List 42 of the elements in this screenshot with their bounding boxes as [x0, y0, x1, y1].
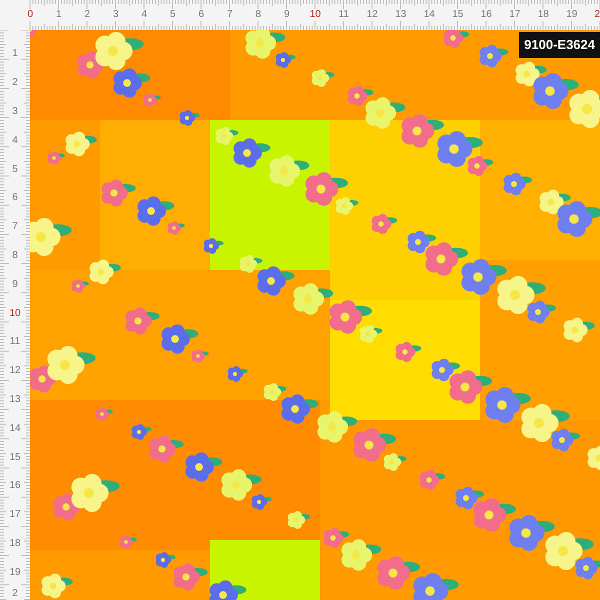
ruler-number: 18	[538, 10, 549, 20]
ruler-number: 14	[9, 424, 21, 434]
ruler-number: 2	[12, 78, 18, 88]
ruler-number: 11	[338, 10, 349, 20]
ruler-number: 10	[310, 10, 321, 20]
ruler-number: 9	[12, 280, 18, 290]
ruler-number: 12	[9, 366, 21, 376]
ruler-number: 17	[9, 510, 21, 520]
ruler-number: 16	[9, 481, 21, 492]
ruler-number: 9	[284, 10, 290, 20]
ruler-number: 7	[12, 222, 18, 232]
ruler-number: 6	[198, 10, 204, 20]
ruler-number: 15	[9, 452, 21, 463]
ruler-number: 18	[9, 538, 21, 549]
ruler-number: 3	[12, 106, 18, 117]
ruler-number: 4	[141, 10, 148, 20]
ruler-number: 4	[12, 136, 18, 146]
ruler-number: 15	[452, 10, 464, 20]
ruler-number: 12	[366, 10, 378, 20]
ruler-number: 7	[226, 10, 233, 20]
ruler-number: 19	[9, 568, 21, 578]
ruler-number: 13	[395, 10, 406, 20]
ruler-number: 2	[12, 589, 18, 600]
ruler-number: 8	[12, 250, 18, 261]
ruler-number: 10	[9, 308, 21, 319]
ruler-number: 3	[112, 10, 119, 20]
ruler-number: 17	[509, 10, 520, 20]
pattern-code: 9100-E3624	[519, 32, 600, 58]
ruler-number: 1	[12, 49, 18, 60]
ruler-number: 14	[424, 10, 435, 20]
ruler-number: 0	[27, 10, 34, 20]
ruler-number: 2	[594, 10, 600, 20]
ruler-number: 1	[56, 10, 62, 20]
ruler-number: 8	[255, 10, 262, 20]
ruler-number: 5	[170, 10, 176, 20]
ruler-number: 13	[9, 394, 21, 405]
ruler-number: 5	[12, 164, 18, 175]
ruler-number: 16	[480, 10, 492, 20]
ruler-number: 2	[84, 10, 90, 20]
ruler-number: 11	[10, 337, 20, 348]
ruler-number: 6	[12, 193, 18, 204]
ruler-number: 19	[566, 10, 578, 20]
